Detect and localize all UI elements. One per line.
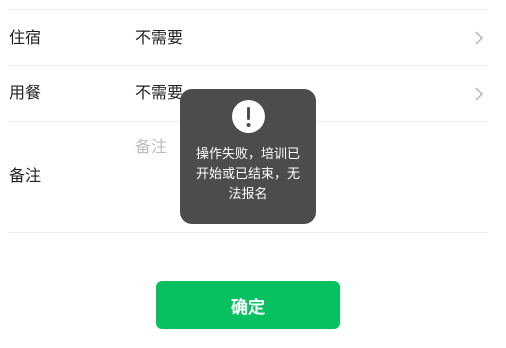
- confirm-button[interactable]: 确定: [156, 281, 340, 329]
- remark-label: 备注: [9, 166, 42, 185]
- bottom-divider: [8, 232, 488, 233]
- meal-label: 用餐: [9, 83, 42, 102]
- chevron-right-icon: [475, 31, 484, 45]
- lodging-row[interactable]: 住宿 不需要: [0, 10, 506, 65]
- error-toast: 操作失败，培训已 开始或已结束，无 法报名: [180, 89, 316, 224]
- exclamation-circle-icon: [231, 100, 265, 133]
- lodging-label: 住宿: [9, 28, 42, 47]
- lodging-value: 不需要: [135, 28, 184, 47]
- registration-form-page: 住宿 不需要 用餐 不需要 备注 备注 确定 操作失败，培训已 开始或已结束，无…: [0, 0, 506, 348]
- meal-value: 不需要: [135, 83, 184, 102]
- toast-message: 操作失败，培训已 开始或已结束，无 法报名: [195, 147, 300, 202]
- remark-textarea[interactable]: 备注: [135, 137, 167, 157]
- chevron-right-icon: [475, 87, 484, 101]
